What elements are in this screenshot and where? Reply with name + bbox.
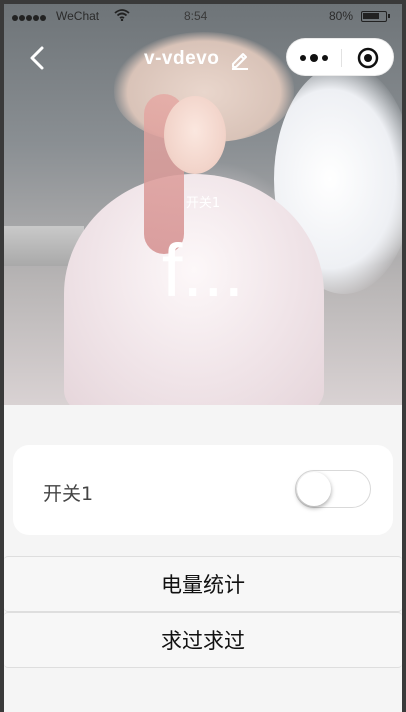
edit-pencil-icon[interactable] [229,48,251,70]
hero-switch-label: 开关1 [185,196,221,211]
switch-card: 开关1 [13,445,393,535]
close-miniprogram-button[interactable] [343,39,393,77]
nav-title-area: v-vdevo [144,44,251,74]
target-close-icon [357,47,379,69]
switch-toggle[interactable] [295,470,371,508]
face [164,96,226,174]
status-bar: WeChat 8:54 80% [4,4,402,28]
toggle-knob [297,472,331,506]
battery-percent: 80% [329,9,354,23]
back-button[interactable] [24,42,52,74]
page-title: v-vdevo [144,48,220,69]
power-stats-button[interactable]: 电量统计 [4,556,402,612]
chevron-left-icon [30,46,44,70]
switch-label: 开关1 [43,483,94,505]
capsule-divider [341,49,342,67]
hero-switch-value: f... [161,229,245,312]
wifi-icon [114,9,130,21]
clock: 8:54 [184,9,208,23]
battery-icon [361,11,390,22]
carrier-name: WeChat [56,9,100,23]
signal-icon [12,10,47,24]
more-button[interactable] [287,39,341,77]
miniprogram-capsule [286,38,394,76]
second-action-button[interactable]: 求过求过 [4,612,402,668]
phone-screen: WeChat 8:54 80% v-vdevo 开关1 f... 开关1 电量统… [4,4,402,712]
